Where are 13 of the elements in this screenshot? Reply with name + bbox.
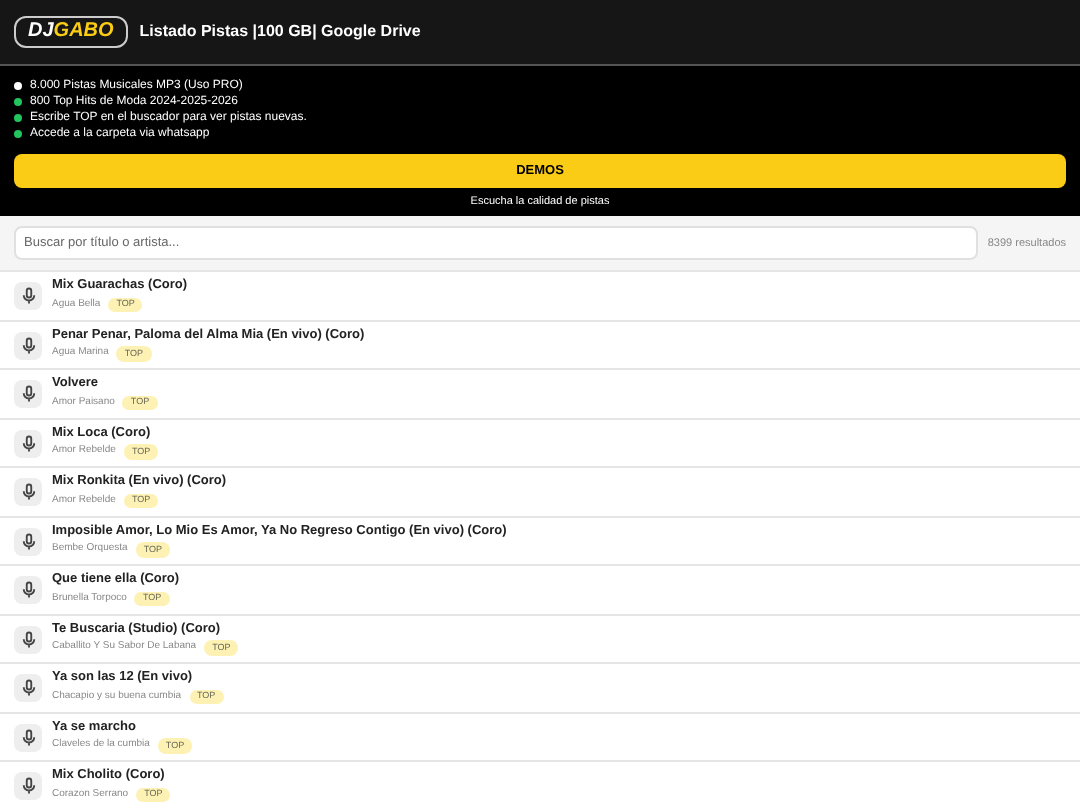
microphone-icon: [14, 527, 42, 555]
microphone-icon: [14, 723, 42, 751]
microphone-icon: [14, 625, 42, 653]
microphone-icon: [14, 331, 42, 359]
page-title: Listado Pistas |100 GB| Google Drive: [139, 20, 421, 44]
microphone-icon: [14, 576, 42, 604]
microphone-icon: [14, 282, 42, 310]
logo[interactable]: DJGABO: [14, 16, 128, 48]
microphone-icon: [14, 674, 42, 702]
microphone-icon: [14, 429, 42, 457]
microphone-icon: [14, 380, 42, 408]
microphone-icon: [14, 772, 42, 800]
microphone-icon: [14, 478, 42, 506]
